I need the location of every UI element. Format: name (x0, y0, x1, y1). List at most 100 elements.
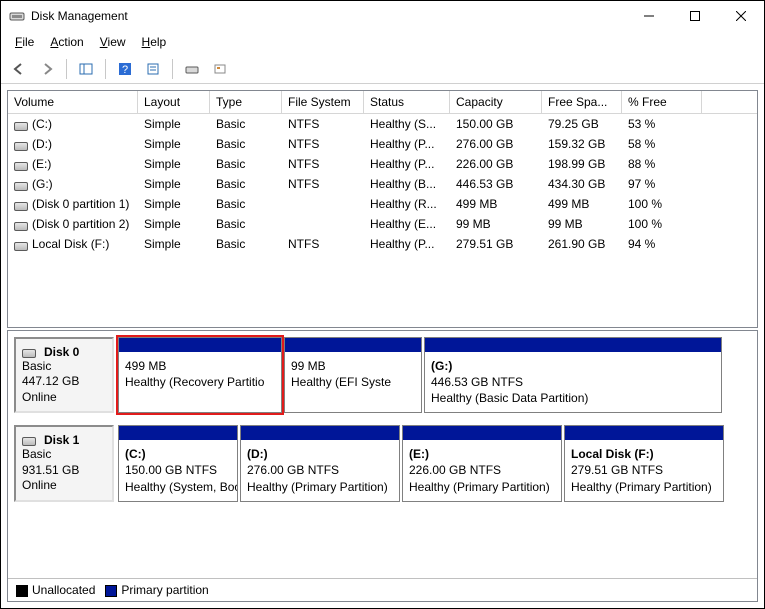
cell (282, 215, 364, 233)
drive-icon (14, 180, 28, 190)
cell: 58 % (622, 135, 702, 153)
cell: (D:) (8, 135, 138, 153)
disk-row: Disk 1Basic931.51 GBOnline(C:)150.00 GB … (8, 419, 757, 508)
volume-row[interactable]: (E:)SimpleBasicNTFSHealthy (P...226.00 G… (8, 154, 757, 174)
cell: 446.53 GB (450, 175, 542, 193)
volume-list-body[interactable]: (C:)SimpleBasicNTFSHealthy (S...150.00 G… (8, 114, 757, 327)
partition[interactable]: (D:)276.00 GB NTFSHealthy (Primary Parti… (240, 425, 400, 502)
volume-row[interactable]: (G:)SimpleBasicNTFSHealthy (B...446.53 G… (8, 174, 757, 194)
partition-stripe (119, 338, 281, 352)
partition-stripe (403, 426, 561, 440)
console-tree-button[interactable] (74, 57, 98, 81)
cell: Healthy (S... (364, 115, 450, 133)
drive-icon (14, 200, 28, 210)
toolbar-separator (105, 59, 106, 79)
toolbar-separator (66, 59, 67, 79)
help-button[interactable]: ? (113, 57, 137, 81)
cell: Basic (210, 115, 282, 133)
cell: 94 % (622, 235, 702, 253)
disk-info[interactable]: Disk 1Basic931.51 GBOnline (14, 425, 114, 502)
partition-stripe (285, 338, 421, 352)
cell: Basic (210, 215, 282, 233)
titlebar[interactable]: Disk Management (1, 1, 764, 31)
menu-action[interactable]: Action (42, 33, 91, 51)
back-button[interactable] (7, 57, 31, 81)
forward-button[interactable] (35, 57, 59, 81)
drive-icon (14, 160, 28, 170)
disk-row: Disk 0Basic447.12 GBOnline499 MBHealthy … (8, 331, 757, 420)
menu-action-label: ction (58, 35, 83, 49)
legend-primary: Primary partition (105, 583, 208, 597)
column-header[interactable]: Free Spa... (542, 91, 622, 113)
cell: 100 % (622, 195, 702, 213)
cell: 88 % (622, 155, 702, 173)
volume-row[interactable]: (Disk 0 partition 2)SimpleBasicHealthy (… (8, 214, 757, 234)
partition[interactable]: (C:)150.00 GB NTFSHealthy (System, Boot,… (118, 425, 238, 502)
partition[interactable]: 499 MBHealthy (Recovery Partitio (118, 337, 282, 414)
menu-help[interactable]: Help (134, 33, 175, 51)
partition[interactable]: Local Disk (F:)279.51 GB NTFSHealthy (Pr… (564, 425, 724, 502)
volume-list[interactable]: VolumeLayoutTypeFile SystemStatusCapacit… (7, 90, 758, 328)
disk-partitions: (C:)150.00 GB NTFSHealthy (System, Boot,… (118, 425, 751, 502)
partition-stripe (241, 426, 399, 440)
cell: 276.00 GB (450, 135, 542, 153)
cell: NTFS (282, 235, 364, 253)
column-header[interactable]: % Free (622, 91, 702, 113)
svg-text:?: ? (122, 64, 128, 76)
column-header[interactable]: Layout (138, 91, 210, 113)
volume-row[interactable]: (C:)SimpleBasicNTFSHealthy (S...150.00 G… (8, 114, 757, 134)
cell: NTFS (282, 115, 364, 133)
drive-icon (14, 240, 28, 250)
disk-scroll-area[interactable]: Disk 0Basic447.12 GBOnline499 MBHealthy … (8, 331, 757, 578)
menu-file[interactable]: File (7, 33, 42, 51)
menubar: File Action View Help (1, 31, 764, 55)
cell: 198.99 GB (542, 155, 622, 173)
legend: Unallocated Primary partition (8, 578, 757, 601)
column-header[interactable]: Type (210, 91, 282, 113)
menu-view[interactable]: View (92, 33, 134, 51)
cell: NTFS (282, 155, 364, 173)
cell: 53 % (622, 115, 702, 133)
toolbar-separator (172, 59, 173, 79)
column-header[interactable]: Capacity (450, 91, 542, 113)
cell: 150.00 GB (450, 115, 542, 133)
cell: Healthy (P... (364, 155, 450, 173)
disk-partitions: 499 MBHealthy (Recovery Partitio99 MBHea… (118, 337, 751, 414)
refresh-button[interactable] (180, 57, 204, 81)
partition[interactable]: (G:)446.53 GB NTFSHealthy (Basic Data Pa… (424, 337, 722, 414)
disk-info[interactable]: Disk 0Basic447.12 GBOnline (14, 337, 114, 414)
volume-row[interactable]: (D:)SimpleBasicNTFSHealthy (P...276.00 G… (8, 134, 757, 154)
cell: Basic (210, 235, 282, 253)
disk-icon (22, 435, 36, 445)
cell: Basic (210, 155, 282, 173)
partition[interactable]: (E:)226.00 GB NTFSHealthy (Primary Parti… (402, 425, 562, 502)
cell: (Disk 0 partition 1) (8, 195, 138, 213)
volume-row[interactable]: Local Disk (F:)SimpleBasicNTFSHealthy (P… (8, 234, 757, 254)
settings-button[interactable] (208, 57, 232, 81)
cell: Basic (210, 135, 282, 153)
maximize-button[interactable] (672, 1, 718, 31)
volume-row[interactable]: (Disk 0 partition 1)SimpleBasicHealthy (… (8, 194, 757, 214)
menu-help-label: elp (150, 35, 166, 49)
column-header[interactable]: Status (364, 91, 450, 113)
volume-list-header: VolumeLayoutTypeFile SystemStatusCapacit… (8, 91, 757, 114)
cell: 99 MB (542, 215, 622, 233)
cell: 499 MB (542, 195, 622, 213)
column-header[interactable]: File System (282, 91, 364, 113)
partition[interactable]: 99 MBHealthy (EFI Syste (284, 337, 422, 414)
cell: 79.25 GB (542, 115, 622, 133)
partition-stripe (425, 338, 721, 352)
minimize-button[interactable] (626, 1, 672, 31)
cell: (E:) (8, 155, 138, 173)
cell: Simple (138, 175, 210, 193)
cell: NTFS (282, 175, 364, 193)
app-icon (9, 8, 25, 24)
cell: Basic (210, 175, 282, 193)
graphical-view: Disk 0Basic447.12 GBOnline499 MBHealthy … (7, 330, 758, 602)
cell: 434.30 GB (542, 175, 622, 193)
cell: (G:) (8, 175, 138, 193)
properties-button[interactable] (141, 57, 165, 81)
column-header[interactable]: Volume (8, 91, 138, 113)
close-button[interactable] (718, 1, 764, 31)
legend-unallocated: Unallocated (16, 583, 95, 597)
